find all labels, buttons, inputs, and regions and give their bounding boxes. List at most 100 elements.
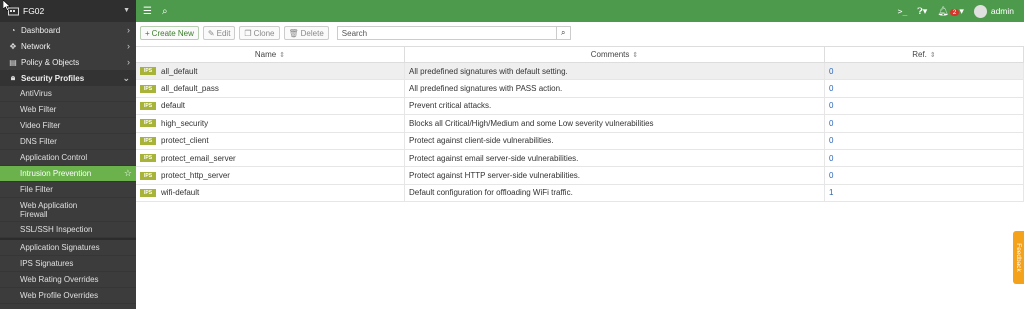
table-row[interactable]: IPS protect_client Protect against client-… [136,132,1024,150]
cell-name: IPS all_default [136,63,405,80]
table-row[interactable]: IPS default Prevent critical attacks. 0 [136,97,1024,116]
sidebar-item-antivirus[interactable]: AntiVirus [0,86,136,102]
profile-name: all_default [161,66,198,76]
sidebar-item-web-application-firewall[interactable]: Web Application Firewall [0,198,136,222]
ref-count-link[interactable]: 0 [829,136,833,145]
nav-dashboard[interactable]: ◔ Dashboard › [0,22,136,38]
ref-count-link[interactable]: 0 [829,84,833,93]
sidebar-item-file-filter[interactable]: File Filter [0,182,136,198]
chevron-right-icon: › [127,41,130,51]
profile-name: default [161,101,186,111]
cell-comment: All predefined signatures with default s… [405,63,825,80]
ref-count-link[interactable]: 0 [829,154,833,163]
cell-ref[interactable]: 0 [825,167,1024,184]
cell-comment: Protect against HTTP server-side vulnera… [405,167,825,184]
profile-comment: Protect against client-side vulnerabilit… [409,136,554,146]
ref-count-link[interactable]: 0 [829,171,833,180]
cell-comment: Prevent critical attacks. [405,97,825,115]
edit-button[interactable]: ✎ Edit [202,26,236,40]
search-icon: ⌕ [561,28,566,37]
dashboard-icon: ◔ [10,25,16,35]
cell-ref[interactable]: 0 [825,149,1024,167]
sidebar-item-web-rating-overrides[interactable]: Web Rating Overrides [0,272,136,288]
mouse-cursor-icon [3,0,11,11]
clone-button[interactable]: ❐ Clone [239,26,280,40]
sidebar-item-video-filter[interactable]: Video Filter [0,118,136,134]
cell-ref[interactable]: 1 [825,184,1024,202]
ref-count-link[interactable]: 0 [829,101,833,110]
lock-icon: 🔒︎ [10,73,16,82]
search-button[interactable]: ⌕ [556,26,571,40]
ips-badge: IPS [140,119,156,128]
nav-policy-objects[interactable]: ▤ Policy & Objects › [0,54,136,70]
help-icon[interactable]: ❓︎▾ [917,6,927,17]
profile-comment: Default configuration for offloading WiF… [409,188,573,198]
chevron-down-icon[interactable]: ▼ [123,7,130,14]
chevron-right-icon: › [127,25,130,35]
cell-ref[interactable]: 0 [825,97,1024,115]
nav-security-profiles[interactable]: 🔒︎ Security Profiles ⌄ [0,70,136,86]
table-row[interactable]: IPS all_default All predefined signatures … [136,63,1024,81]
search-input[interactable]: Search [336,26,557,40]
nav-label: Security Profiles [21,73,85,83]
search-icon[interactable]: ⌕ [162,6,168,17]
device-header[interactable]: FG02 ▼ [0,0,136,22]
profile-comment: Protect against email server-side vulner… [409,153,579,163]
column-header-name[interactable]: Name ⇕ [136,47,405,62]
ref-count-link[interactable]: 1 [829,188,833,197]
sidebar-item-web-filter[interactable]: Web Filter [0,102,136,118]
ips-profiles-table: Name ⇕ Comments ⇕ Ref. ⇕ IPS all_default All … [136,46,1024,203]
cli-console-icon[interactable]: >_ [898,7,908,16]
cell-ref[interactable]: 0 [825,63,1024,80]
sidebar-item-label: AntiVirus [20,89,52,98]
column-header-ref[interactable]: Ref. ⇕ [825,47,1024,62]
sidebar-item-application-control[interactable]: Application Control [0,150,136,166]
table-row[interactable]: IPS protect_email_server Protect against e… [136,149,1024,168]
column-header-comments[interactable]: Comments ⇕ [405,47,825,62]
plus-icon: + [145,28,150,38]
clone-icon: ❐ [244,28,252,38]
profile-comment: All predefined signatures with PASS acti… [409,84,563,94]
sort-icon: ⇕ [929,51,936,59]
table-row[interactable]: IPS wifi-default Default configuration for… [136,184,1024,203]
feedback-label: Feedback [1015,243,1023,272]
search-placeholder: Search [341,28,368,38]
ref-count-link[interactable]: 0 [829,67,833,76]
table-row[interactable]: IPS high_security Blocks all Critical/High… [136,115,1024,133]
user-menu[interactable]: admin [973,4,1014,18]
create-new-label: Create New [151,28,194,38]
cell-ref[interactable]: 0 [825,80,1024,97]
cell-name: IPS protect_client [136,132,405,149]
nav-network[interactable]: ✥ Network › [0,38,136,54]
cell-name: IPS all_default_pass [136,80,405,97]
ips-badge: IPS [140,136,156,145]
nav-label: Dashboard [21,25,61,35]
sidebar-item-intrusion-prevention[interactable]: Intrusion Prevention ☆ [0,166,136,182]
avatar [973,4,987,18]
feedback-tab[interactable]: Feedback [1013,231,1024,284]
ref-count-link[interactable]: 0 [829,119,833,128]
trash-icon: 🗑︎ [288,28,299,38]
cell-ref[interactable]: 0 [825,115,1024,132]
sidebar-item-web-profile-overrides[interactable]: Web Profile Overrides [0,288,136,304]
sidebar-item-application-signatures[interactable]: Application Signatures [0,240,136,256]
sidebar-item-ips-signatures[interactable]: IPS Signatures [0,256,136,272]
sidebar-item-dns-filter[interactable]: DNS Filter [0,134,136,150]
delete-button[interactable]: 🗑︎ Delete [283,26,329,40]
notification-bell-icon[interactable]: 🔔︎ 2 ▾ [937,6,964,17]
ips-badge: IPS [140,67,156,76]
table-body: IPS all_default All predefined signatures … [136,63,1024,203]
menu-icon[interactable]: ☰ [143,6,152,17]
cell-ref[interactable]: 0 [825,132,1024,149]
star-icon[interactable]: ☆ [124,168,132,179]
chevron-down-icon: ⌄ [122,73,130,83]
sidebar-item-ssl-ssh-inspection[interactable]: SSL/SSH Inspection [0,222,136,238]
pencil-icon: ✎ [207,28,215,38]
profile-name: wifi-default [161,188,200,198]
profile-comment: Prevent critical attacks. [409,101,492,111]
table-row[interactable]: IPS protect_http_server Protect against HT… [136,167,1024,185]
table-row[interactable]: IPS all_default_pass All predefined signat… [136,80,1024,98]
sidebar-item-label: Application Control [20,153,88,162]
toolbar: + Create New ✎ Edit ❐ Clone 🗑︎ Delete Search… [136,22,1024,44]
create-new-button[interactable]: + Create New [140,26,199,40]
